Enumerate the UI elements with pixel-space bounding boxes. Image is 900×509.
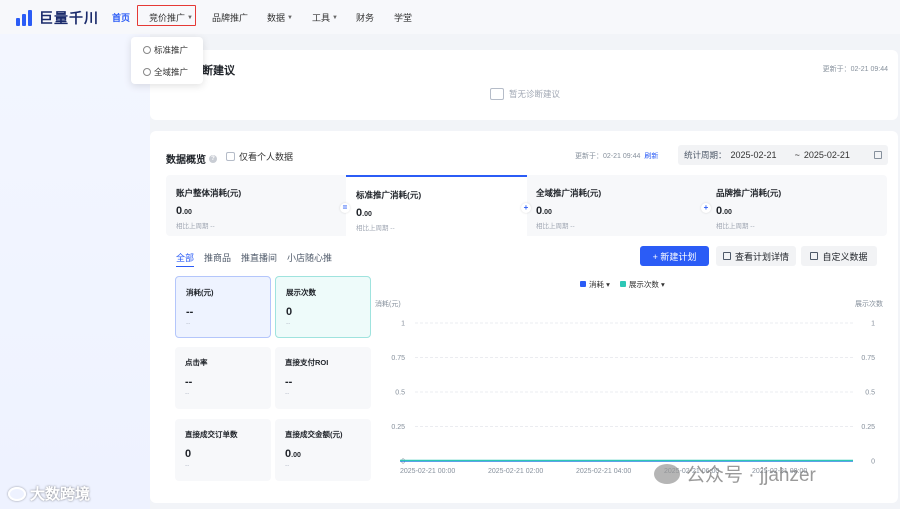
- nav-tools[interactable]: 工具 ▼: [312, 11, 338, 24]
- nav-home[interactable]: 首页: [112, 11, 130, 24]
- overview-update: 更新于：02-21 09:44 刷新: [575, 151, 659, 161]
- omni-promo-icon: [143, 68, 151, 76]
- wechat-icon: [654, 463, 680, 484]
- y-tick-label-right: 0.75: [861, 355, 875, 362]
- x-tick-label: 2025-02-21 04:00: [576, 468, 631, 475]
- custom-data-button[interactable]: 自定义数据: [801, 246, 877, 266]
- nav-finance[interactable]: 财务: [356, 11, 374, 24]
- nav-academy[interactable]: 学堂: [394, 11, 412, 24]
- tile-standard-spend[interactable]: 标准推广消耗(元) 0.00 相比上周期 --: [346, 175, 527, 236]
- metric-impressions[interactable]: 展示次数 0 --: [275, 276, 371, 338]
- overview-title: 数据概览 ?: [166, 151, 217, 166]
- metric-orders[interactable]: 直接成交订单数 0 --: [175, 419, 271, 481]
- spend-tiles: 账户整体消耗(元) 0.00 相比上周期 -- 标准推广消耗(元) 0.00 相…: [166, 175, 887, 236]
- watermark-right: 公众号 · jjahzer: [654, 460, 816, 487]
- promotion-subtabs: 全部 推商品 推直播间 小店随心推: [176, 251, 332, 267]
- diagnosis-update-time: 更新于：02-21 09:44: [822, 66, 888, 73]
- dropdown-item-standard[interactable]: 标准推广: [143, 44, 188, 56]
- checkbox-box[interactable]: [226, 152, 235, 161]
- list-icon: [722, 252, 731, 260]
- tile-total-spend[interactable]: 账户整体消耗(元) 0.00 相比上周期 --: [166, 175, 347, 236]
- plan-detail-button[interactable]: 查看计划详情: [716, 246, 796, 266]
- metric-ctr[interactable]: 点击率 -- --: [175, 347, 271, 409]
- nav-brand-promotion[interactable]: 品牌推广: [212, 11, 248, 24]
- y-axis-label-left: 消耗(元): [375, 299, 401, 308]
- y-tick-label-right: 1: [871, 321, 875, 328]
- bidding-dropdown-menu: 标准推广 全域推广: [131, 37, 203, 84]
- y-tick-label-left: 0.5: [395, 390, 405, 397]
- chevron-down-icon: ▼: [332, 14, 338, 21]
- y-axis-label-right: 展示次数: [855, 299, 883, 308]
- watermark-logo-icon: [8, 486, 26, 501]
- chevron-down-icon: ▼: [287, 14, 293, 21]
- calendar-icon[interactable]: [874, 151, 882, 159]
- nav-data[interactable]: 数据 ▼: [267, 11, 293, 24]
- equals-icon: =: [340, 203, 350, 213]
- side-background: [0, 34, 150, 509]
- new-plan-button[interactable]: + 新建计划: [640, 246, 709, 266]
- subtab-products[interactable]: 推商品: [204, 251, 231, 267]
- subtab-all[interactable]: 全部: [176, 251, 195, 267]
- y-tick-label-right: 0: [871, 459, 875, 466]
- plus-icon: +: [521, 203, 531, 213]
- logo-icon: [16, 10, 34, 26]
- watermark-left: 大数跨境: [8, 483, 90, 504]
- plus-icon: +: [701, 203, 711, 213]
- subtab-store-boost[interactable]: 小店随心推: [287, 251, 332, 267]
- diagnosis-card: 断建议 更新于：02-21 09:44 暂无诊断建议: [150, 50, 898, 120]
- help-icon[interactable]: ?: [209, 154, 217, 163]
- date-end[interactable]: 2025-02-21: [804, 150, 850, 160]
- legend-impressions[interactable]: 展示次数 ▾: [619, 279, 665, 290]
- logo[interactable]: 巨量千川: [16, 8, 99, 28]
- brand-name: 巨量千川: [39, 10, 99, 26]
- diagnosis-title: 断建议: [202, 65, 235, 77]
- date-start[interactable]: 2025-02-21: [731, 150, 777, 160]
- refresh-link[interactable]: 刷新: [644, 151, 658, 161]
- settings-icon: [810, 252, 819, 260]
- overview-card: 数据概览 ? 仅看个人数据 更新于：02-21 09:44 刷新 统计周期： 2…: [150, 131, 898, 503]
- diagnosis-empty: 暂无诊断建议: [490, 88, 560, 100]
- x-tick-label: 2025-02-21 02:00: [488, 468, 543, 475]
- top-nav: 巨量千川 首页 竞价推广 ▼ 品牌推广 数据 ▼ 工具 ▼ 财务 学堂: [0, 0, 900, 34]
- standard-promo-icon: [143, 46, 151, 54]
- y-tick-label-left: 0.75: [391, 355, 405, 362]
- y-tick-label-right: 0.25: [861, 424, 875, 431]
- legend-spend[interactable]: 消耗 ▾: [580, 279, 610, 290]
- tile-brand-spend[interactable]: 品牌推广消耗(元) 0.00 相比上周期 --: [706, 175, 887, 236]
- metric-roi[interactable]: 直接支付ROI -- --: [275, 347, 371, 409]
- x-tick-label: 2025-02-21 00:00: [400, 468, 455, 475]
- y-tick-label-left: 0.25: [391, 424, 405, 431]
- highlight-box: [137, 5, 196, 26]
- date-separator: ~: [794, 150, 800, 160]
- y-tick-label-right: 0.5: [865, 390, 875, 397]
- metric-spend[interactable]: 消耗(元) -- --: [175, 276, 271, 338]
- chart-legend: 消耗 ▾ 展示次数 ▾: [580, 279, 665, 290]
- metric-gmv[interactable]: 直接成交金额(元) 0.00 --: [275, 419, 371, 481]
- date-range-picker[interactable]: 统计周期： 2025-02-21 ~ 2025-02-21: [678, 145, 888, 165]
- y-tick-label-left: 0: [401, 459, 405, 466]
- y-tick-label-left: 1: [401, 321, 405, 328]
- tile-omni-spend[interactable]: 全域推广消耗(元) 0.00 相比上周期 --: [526, 175, 707, 236]
- subtab-live-room[interactable]: 推直播间: [241, 251, 277, 267]
- dropdown-item-omni[interactable]: 全域推广: [143, 66, 188, 78]
- own-data-checkbox[interactable]: 仅看个人数据: [226, 150, 293, 163]
- empty-box-icon: [490, 88, 504, 100]
